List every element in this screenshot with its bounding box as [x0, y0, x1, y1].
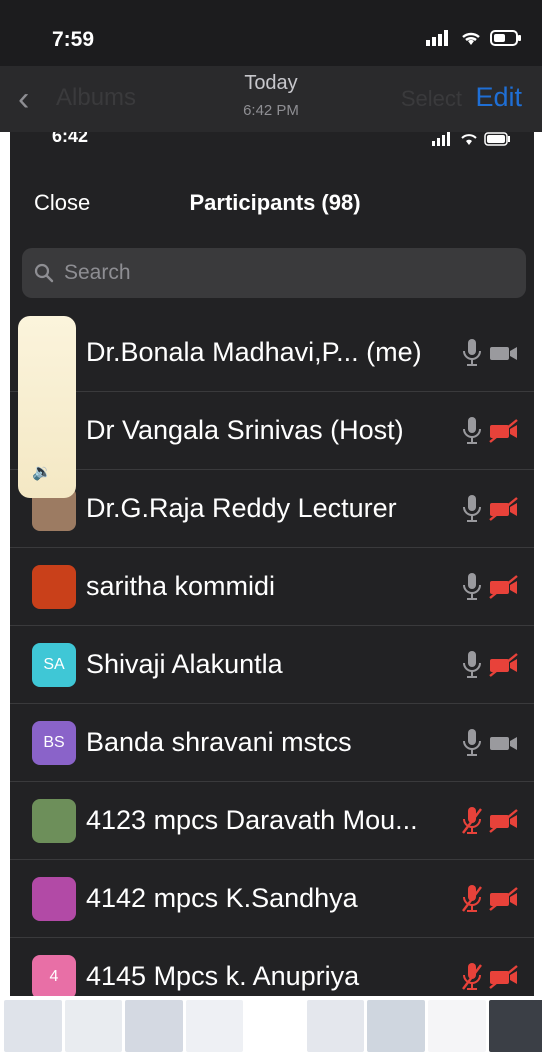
- search-input[interactable]: [62, 260, 506, 286]
- participant-name: saritha kommidi: [86, 571, 446, 602]
- photo-thumbnail[interactable]: [4, 1000, 62, 1052]
- microphone-muted-icon[interactable]: [460, 806, 484, 836]
- inner-wifi-icon: [460, 132, 478, 146]
- photos-nav-bar: ‹ Albums Today 6:42 PM Select Edit: [0, 66, 542, 132]
- participants-count: (98): [321, 190, 360, 215]
- participant-row[interactable]: BS Banda shravani mstcs: [10, 704, 534, 782]
- participant-row[interactable]: saritha kommidi: [10, 548, 534, 626]
- photo-thumbnail[interactable]: [307, 1000, 365, 1052]
- status-time: 7:59: [52, 28, 94, 52]
- participant-row[interactable]: Dr.Bonala Madhavi,P... (me): [10, 314, 534, 392]
- photo-thumbnail[interactable]: [65, 1000, 123, 1052]
- participant-row[interactable]: 4123 mpcs Daravath Mou...: [10, 782, 534, 860]
- video-camera-icon[interactable]: [488, 340, 520, 366]
- search-bar[interactable]: [22, 248, 526, 298]
- video-camera-off-icon[interactable]: [488, 964, 520, 990]
- microphone-icon[interactable]: [460, 338, 484, 368]
- participants-title-label: Participants: [189, 190, 315, 215]
- avatar: BS: [32, 721, 76, 765]
- thumbnail-strip[interactable]: [0, 996, 542, 1059]
- inner-status-icons: [432, 132, 512, 146]
- microphone-muted-icon[interactable]: [460, 884, 484, 914]
- inner-battery-icon: [484, 132, 512, 146]
- participant-row[interactable]: SA Shivaji Alakuntla: [10, 626, 534, 704]
- microphone-icon[interactable]: [460, 416, 484, 446]
- search-icon: [34, 263, 54, 283]
- avatar: [32, 799, 76, 843]
- participant-name: 4142 mpcs K.Sandhya: [86, 883, 446, 914]
- participants-screen: 6:42 Close Participants(98) Dr.Bonala Ma…: [10, 132, 534, 996]
- avatar: 4: [32, 955, 76, 997]
- participant-list: Dr.Bonala Madhavi,P... (me) Dr Vangala Sr…: [10, 314, 534, 996]
- photo-thumbnail[interactable]: [428, 1000, 486, 1052]
- status-icons: [426, 30, 522, 46]
- participant-name: Dr.Bonala Madhavi,P... (me): [86, 337, 446, 368]
- participant-name: Dr.G.Raja Reddy Lecturer: [86, 493, 446, 524]
- video-camera-off-icon[interactable]: [488, 496, 520, 522]
- avatar: [32, 877, 76, 921]
- battery-icon: [490, 30, 522, 46]
- participant-row[interactable]: Dr Vangala Srinivas (Host): [10, 392, 534, 470]
- microphone-muted-icon[interactable]: [460, 962, 484, 992]
- select-button[interactable]: Select: [401, 86, 462, 112]
- photo-thumbnail[interactable]: [367, 1000, 425, 1052]
- participant-name: 4145 Mpcs k. Anupriya: [86, 961, 446, 992]
- status-bar: 7:59: [0, 0, 542, 66]
- video-camera-off-icon[interactable]: [488, 808, 520, 834]
- inner-status-time: 6:42: [52, 132, 88, 147]
- wifi-icon: [460, 30, 482, 46]
- signal-icon: [426, 30, 452, 46]
- avatar: [32, 565, 76, 609]
- video-camera-off-icon[interactable]: [488, 574, 520, 600]
- video-camera-off-icon[interactable]: [488, 418, 520, 444]
- participants-title: Participants(98): [10, 190, 534, 216]
- volume-hud: 🔉: [18, 316, 76, 498]
- photo-thumbnail[interactable]: [125, 1000, 183, 1052]
- inner-signal-icon: [432, 132, 454, 146]
- video-camera-off-icon[interactable]: [488, 652, 520, 678]
- video-camera-icon[interactable]: [488, 730, 520, 756]
- video-camera-off-icon[interactable]: [488, 886, 520, 912]
- photo-thumbnail[interactable]: [186, 1000, 244, 1052]
- participant-row[interactable]: 4 4145 Mpcs k. Anupriya: [10, 938, 534, 996]
- participant-name: Banda shravani mstcs: [86, 727, 446, 758]
- microphone-icon[interactable]: [460, 650, 484, 680]
- microphone-icon[interactable]: [460, 728, 484, 758]
- photo-thumbnail[interactable]: [489, 1000, 542, 1052]
- avatar: SA: [32, 643, 76, 687]
- participant-row[interactable]: Dr.G.Raja Reddy Lecturer: [10, 470, 534, 548]
- speaker-icon: 🔉: [32, 462, 52, 482]
- participant-row[interactable]: 4142 mpcs K.Sandhya: [10, 860, 534, 938]
- microphone-icon[interactable]: [460, 494, 484, 524]
- participant-name: Shivaji Alakuntla: [86, 649, 446, 680]
- participant-name: 4123 mpcs Daravath Mou...: [86, 805, 446, 836]
- photo-thumbnail[interactable]: [246, 1000, 304, 1052]
- microphone-icon[interactable]: [460, 572, 484, 602]
- participant-name: Dr Vangala Srinivas (Host): [86, 415, 446, 446]
- edit-button[interactable]: Edit: [475, 82, 522, 113]
